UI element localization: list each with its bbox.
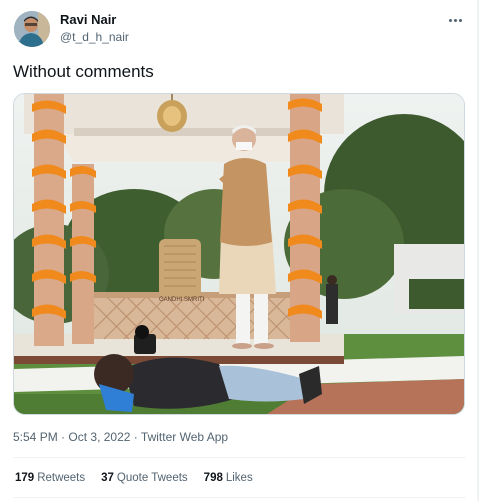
avatar[interactable]: [14, 11, 50, 47]
quotes-count: 37: [101, 472, 114, 484]
tweet-stats: 179 Retweets 37 Quote Tweets 798 Likes: [15, 472, 253, 484]
meta-separator: ·: [133, 430, 138, 444]
likes-count: 798: [203, 472, 223, 484]
tweet-text: Without comments: [13, 62, 154, 81]
author-handle[interactable]: @t_d_h_nair: [60, 30, 129, 44]
retweets-count: 179: [15, 472, 35, 484]
quote-tweets-stat[interactable]: 37 Quote Tweets: [101, 472, 188, 484]
meta-separator: ·: [61, 430, 66, 444]
tweet-source-app[interactable]: Twitter Web App: [141, 430, 228, 444]
retweets-stat[interactable]: 179 Retweets: [15, 472, 85, 484]
retweets-label: Retweets: [37, 472, 86, 484]
likes-label: Likes: [225, 472, 253, 484]
more-horizontal-icon: [448, 18, 462, 22]
tweet-photo[interactable]: GANDHI SMRITI: [13, 93, 465, 415]
tweet-date[interactable]: Oct 3, 2022: [68, 430, 130, 444]
likes-stat[interactable]: 798 Likes: [204, 472, 253, 484]
tweet-time[interactable]: 5:54 PM: [13, 430, 58, 444]
plaque-text: GANDHI SMRITI: [159, 297, 205, 303]
author-name[interactable]: Ravi Nair: [60, 12, 116, 27]
divider: [13, 457, 466, 458]
avatar-image: [14, 11, 50, 47]
tweet-meta: 5:54 PM · Oct 3, 2022 · Twitter Web App: [13, 430, 228, 444]
photo-image: GANDHI SMRITI: [14, 94, 464, 414]
quotes-label: Quote Tweets: [116, 472, 188, 484]
more-options-button[interactable]: [445, 10, 465, 30]
divider: [13, 497, 466, 498]
